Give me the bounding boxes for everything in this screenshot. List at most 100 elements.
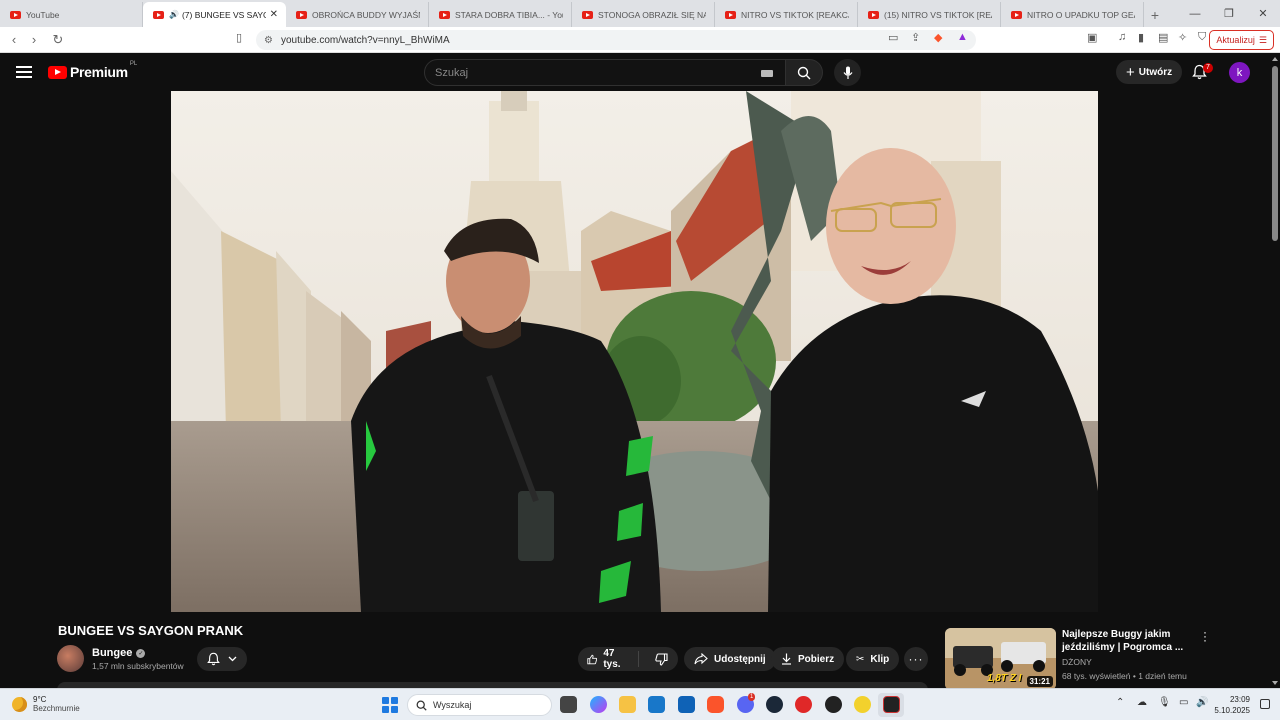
create-label: Utwórz (1138, 66, 1173, 78)
account-avatar[interactable]: k (1229, 62, 1250, 83)
update-button[interactable]: Aktualizuj ☰ (1209, 30, 1274, 50)
vpn-icon[interactable]: ⛉ (1198, 31, 1206, 44)
file-explorer-icon[interactable] (619, 696, 636, 713)
tab-4[interactable]: STONOGA OBRAZIŁ SIĘ NA KO (572, 2, 715, 27)
tasks-app-icon[interactable] (854, 696, 871, 713)
sidepanel-icon[interactable]: ▮ (1138, 31, 1144, 44)
epic-games-icon[interactable] (883, 696, 900, 713)
youtube-premium-logo[interactable]: Premium PL (48, 61, 138, 80)
tab-label: (15) NITRO VS TIKTOK [REAKC (884, 9, 992, 20)
tray-chevron-up-icon[interactable]: ⌃ (1116, 697, 1124, 708)
tab-2[interactable]: OBROŃCA BUDDY WYJAŚNIŁ (286, 2, 429, 27)
scrollbar-thumb[interactable] (1272, 66, 1278, 241)
tab-label: (7) BUNGEE VS SAYGON (181, 9, 266, 20)
recommended-more-icon[interactable]: · · · (1203, 626, 1207, 646)
share-button[interactable]: Udostępnij (684, 647, 776, 671)
steam-icon[interactable] (766, 696, 783, 713)
microphone-tray-icon[interactable]: 🎙 (1158, 697, 1171, 708)
video-frame (171, 91, 1098, 612)
youtube-play-logo-icon (48, 65, 67, 79)
url-field[interactable]: ⚙ youtube.com/watch?v=nnyL_BhWiMA (256, 30, 976, 50)
reload-icon[interactable]: ↻ (48, 32, 68, 48)
url-text: youtube.com/watch?v=nnyL_BhWiMA (280, 34, 450, 46)
outlook-icon[interactable] (678, 696, 695, 713)
notification-center-icon[interactable] (1260, 699, 1270, 709)
bookmark-icon[interactable]: ▯ (236, 31, 242, 44)
logo-text: Premium (70, 64, 128, 80)
voice-search-button[interactable] (834, 59, 861, 86)
display-tray-icon[interactable]: ▭ (1179, 697, 1188, 708)
obs-icon[interactable] (825, 696, 842, 713)
youtube-favicon-icon (439, 10, 450, 19)
scroll-down-arrow-icon[interactable] (1272, 681, 1278, 685)
share-icon[interactable]: ⇪ (911, 31, 920, 44)
tab-5[interactable]: NITRO VS TIKTOK [REAKCJA NI (715, 2, 858, 27)
volume-icon[interactable]: 🔊 (1196, 697, 1208, 708)
like-count: 47 tys. (603, 648, 621, 670)
clock-date: 5.10.2025 (1214, 706, 1250, 715)
search-icon (797, 66, 811, 79)
site-settings-icon[interactable]: ⚙ (264, 35, 273, 46)
page-scrollbar[interactable] (1270, 54, 1280, 688)
subscription-bell-button[interactable] (197, 647, 247, 671)
download-button[interactable]: Pobierz (771, 647, 845, 671)
video-player[interactable] (171, 91, 1098, 612)
search-input[interactable]: Szukaj (424, 59, 786, 86)
windows-start-icon[interactable] (382, 697, 398, 713)
copilot-icon[interactable] (590, 696, 607, 713)
search-button[interactable] (786, 59, 823, 86)
task-view-icon[interactable] (560, 696, 577, 713)
recommended-channel[interactable]: DŻONY (1062, 657, 1092, 667)
tab-1-active[interactable]: 🔊(7) BUNGEE VS SAYGON ✕ (143, 2, 286, 27)
store-icon[interactable] (648, 696, 665, 713)
more-actions-button[interactable]: ··· (904, 647, 928, 671)
media-icon[interactable]: ♫ (1118, 31, 1126, 43)
clock-time: 23:09 (1229, 695, 1250, 704)
forward-icon[interactable]: › (24, 32, 44, 47)
leo-ai-icon[interactable]: ✧ (1178, 31, 1187, 44)
recommended-title[interactable]: Najlepsze Buggy jakim jeździliśmy | Pogr… (1062, 628, 1202, 654)
tab-strip: YouTube 🔊(7) BUNGEE VS SAYGON ✕ OBROŃCA B… (0, 0, 1280, 27)
cast-icon[interactable]: ▭ (888, 31, 898, 44)
tab-0[interactable]: YouTube (0, 2, 143, 27)
brave-shield-icon[interactable]: ◆ (934, 31, 942, 44)
onedrive-icon[interactable]: ☁ (1137, 697, 1147, 708)
minimize-icon[interactable]: — (1178, 0, 1212, 27)
close-tab-icon[interactable]: ✕ (270, 9, 278, 20)
clip-label: Klip (870, 653, 890, 665)
country-code: PL (129, 61, 138, 67)
like-button[interactable]: 47 tys. (578, 648, 639, 670)
clip-button[interactable]: ✂ Klip (846, 647, 900, 671)
new-tab-button[interactable]: + (1144, 2, 1166, 27)
recommended-meta: 68 tys. wyświetleń • 1 dzień temu (1062, 671, 1187, 681)
create-button[interactable]: + Utwórz (1116, 60, 1183, 84)
keyboard-icon[interactable] (761, 70, 773, 77)
channel-avatar[interactable] (57, 645, 84, 672)
recommended-thumbnail[interactable]: 1,8T Z I 31:21 (945, 628, 1056, 690)
sidebar-icon[interactable]: ▣ (1087, 31, 1097, 44)
tab-7[interactable]: NITRO O UPADKU TOP GEAR - (1001, 2, 1144, 27)
speaker-icon[interactable]: 🔊 (169, 10, 179, 19)
like-dislike-group: 47 tys. (578, 647, 678, 671)
record-app-icon[interactable] (795, 696, 812, 713)
brave-rewards-icon[interactable]: ▲ (957, 31, 968, 43)
taskbar-search-input[interactable]: Wyszukaj (407, 694, 552, 716)
moon-weather-icon (12, 696, 27, 712)
wallet-icon[interactable]: ▤ (1158, 31, 1168, 44)
brave-browser-icon[interactable] (707, 696, 724, 713)
hamburger-menu-icon[interactable] (16, 66, 32, 78)
discord-badge: 1 (748, 693, 756, 701)
tab-6[interactable]: (15) NITRO VS TIKTOK [REAKC (858, 2, 1001, 27)
maximize-icon[interactable]: ❐ (1212, 0, 1246, 27)
clock[interactable]: 23:09 5.10.2025 (1214, 694, 1250, 716)
close-window-icon[interactable]: ✕ (1246, 0, 1280, 27)
download-label: Pobierz (798, 653, 835, 665)
screen: YouTube 🔊(7) BUNGEE VS SAYGON✕ OBROŃCA B… (0, 0, 1280, 720)
download-icon (782, 653, 791, 665)
channel-name-link[interactable]: Bungee ✓ (92, 647, 146, 659)
scroll-up-arrow-icon[interactable] (1272, 57, 1278, 61)
dislike-button[interactable] (645, 652, 678, 666)
tab-3[interactable]: STARA DOBRA TIBIA... - YouTu (429, 2, 572, 27)
weather-widget[interactable]: 9°C Bezchmurnie (12, 695, 80, 713)
back-icon[interactable]: ‹ (4, 32, 24, 47)
